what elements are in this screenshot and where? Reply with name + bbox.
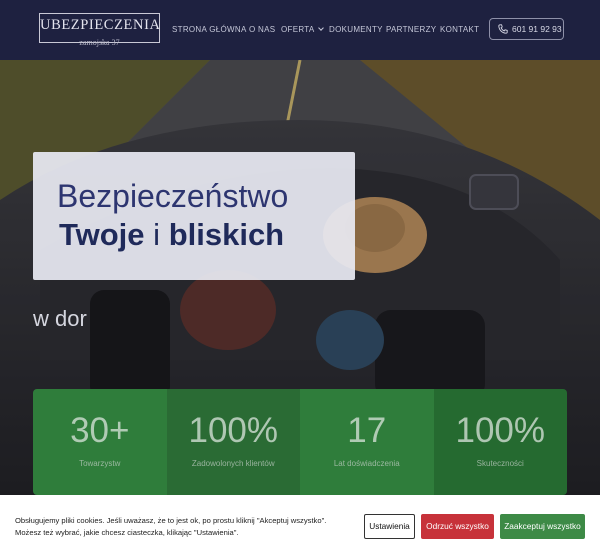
hero-headline-word-twoje: Twoje xyxy=(59,217,145,252)
logo-title: UBEZPIECZENIA xyxy=(40,17,161,33)
stat-value: 30+ xyxy=(70,411,130,450)
stat-satisfied-clients: 100% Zadowolonych klientów xyxy=(166,389,300,495)
hero-headline-word-i: i xyxy=(153,217,161,252)
stat-label: Zadowolonych klientów xyxy=(191,459,275,468)
phone-icon xyxy=(498,24,508,34)
hero-headline-card: Bezpieczeństwo Twoje i bliskich xyxy=(33,152,355,280)
hero-subheading: w dor xyxy=(33,306,87,331)
stat-value: 100% xyxy=(455,411,546,450)
nav-item-home[interactable]: STRONA GŁÓWNA xyxy=(172,25,247,34)
cookie-accept-all-button[interactable]: Zaakceptuj wszystko xyxy=(500,514,585,539)
cookie-message-line2: Możesz też wybrać, jakie chcesz ciastecz… xyxy=(15,528,239,537)
cookie-message: Obsługujemy pliki cookies. Jeśli uważasz… xyxy=(15,515,345,539)
nav-item-about[interactable]: O NAS xyxy=(249,25,275,34)
cookie-message-line1: Obsługujemy pliki cookies. Jeśli uważasz… xyxy=(15,516,327,525)
hero-headline-line2: Twoje i bliskich xyxy=(59,217,284,253)
nav-item-contact[interactable]: KONTAKT xyxy=(440,25,479,34)
stat-label: Towarzystw xyxy=(79,459,121,468)
stats-strip: 30+ Towarzystw 100% Zadowolonych klientó… xyxy=(33,389,567,495)
stat-value: 100% xyxy=(188,411,279,450)
cookie-consent-bar: Obsługujemy pliki cookies. Jeśli uważasz… xyxy=(0,495,600,560)
nav-item-offer-label: OFERTA xyxy=(281,25,315,34)
nav-item-documents[interactable]: DOKUMENTY xyxy=(329,25,383,34)
stat-years-experience: 17 Lat doświadczenia xyxy=(300,389,434,495)
stat-insurers: 30+ Towarzystw xyxy=(33,389,167,495)
cookie-reject-all-button[interactable]: Odrzuć wszystko xyxy=(421,514,494,539)
stat-value: 17 xyxy=(347,411,387,450)
hero-headline-word-bliskich: bliskich xyxy=(168,217,285,252)
hero-headline-line1: Bezpieczeństwo xyxy=(57,178,289,214)
cookie-settings-button[interactable]: Ustawienia xyxy=(364,514,415,539)
phone-number: 601 91 92 93 xyxy=(512,24,562,34)
phone-button[interactable]: 601 91 92 93 xyxy=(489,18,564,40)
logo-subtitle: zamojska 37 xyxy=(79,38,120,47)
stat-label: Lat doświadczenia xyxy=(333,459,400,468)
chevron-down-icon xyxy=(317,25,324,31)
nav-item-partners[interactable]: PARTNERZY xyxy=(386,25,436,34)
nav-item-offer[interactable]: OFERTA xyxy=(281,25,324,34)
stat-label: Skuteczności xyxy=(476,459,524,468)
site-header: UBEZPIECZENIA zamojska 37 STRONA GŁÓWNA … xyxy=(0,0,600,60)
stat-effectiveness: 100% Skuteczności xyxy=(433,389,567,495)
